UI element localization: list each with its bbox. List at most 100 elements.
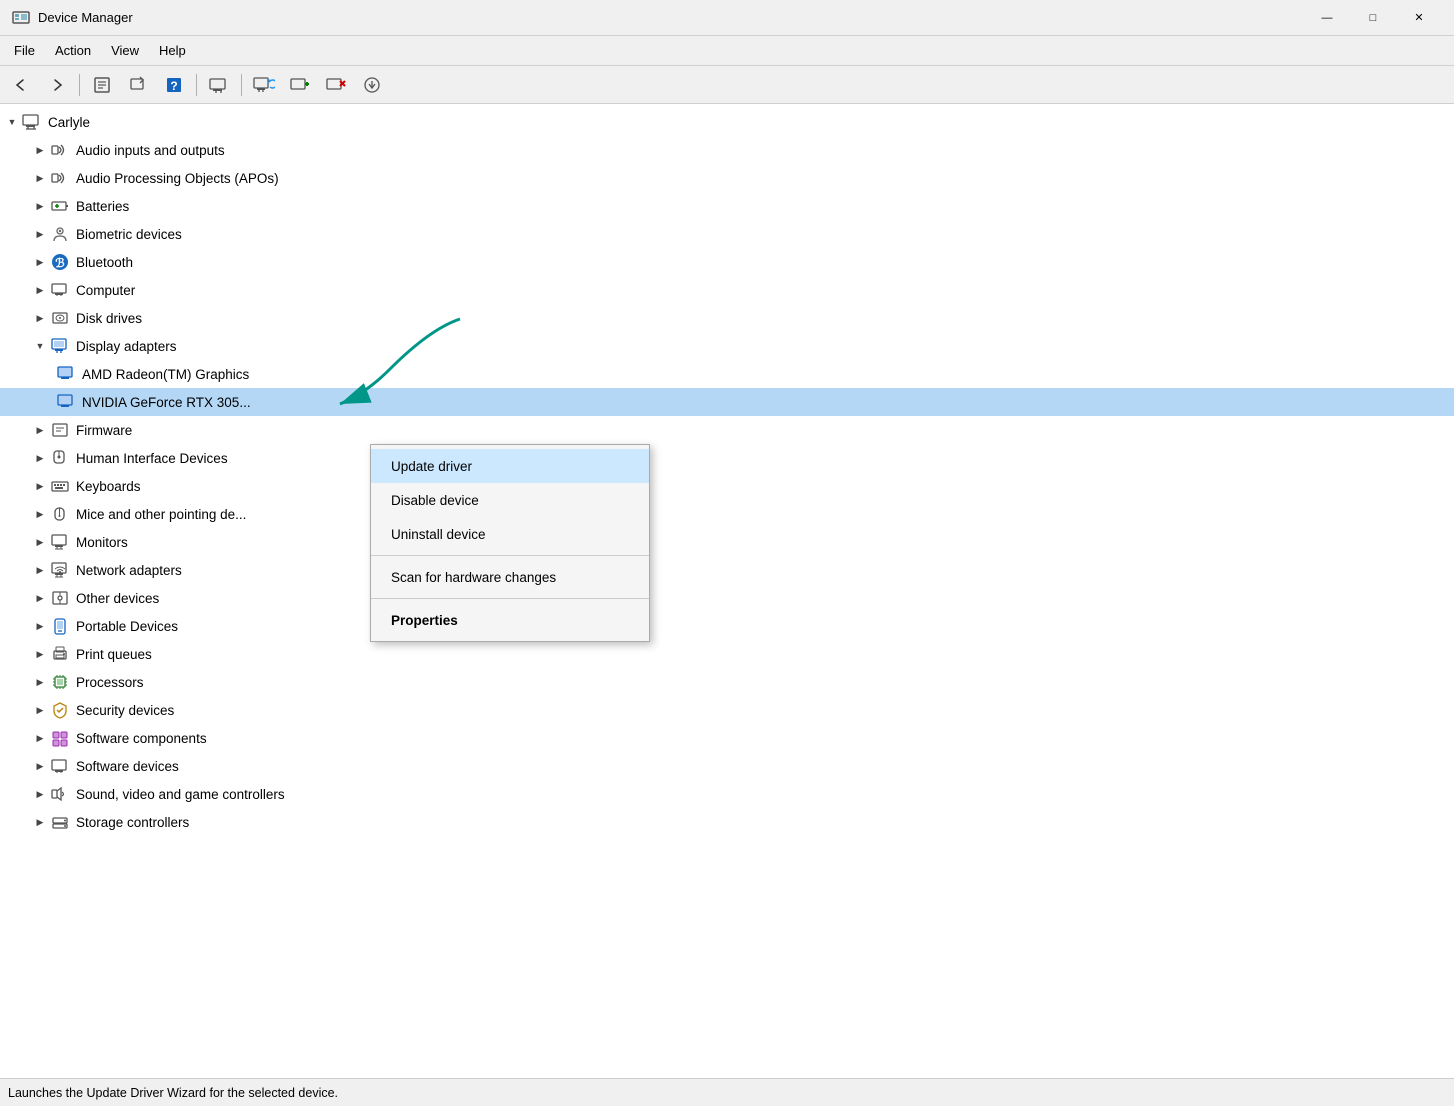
monitors-label: Monitors [76,535,128,550]
disk-icon [50,308,70,328]
batteries-expand[interactable]: ▶ [32,198,48,214]
tree-root-item[interactable]: ▼ Carlyle [0,108,1454,136]
other-expand[interactable]: ▶ [32,590,48,606]
audio-apo-expand[interactable]: ▶ [32,170,48,186]
monitors-expand[interactable]: ▶ [32,534,48,550]
toolbar-scan-button[interactable] [247,71,281,99]
storage-icon [50,812,70,832]
ctx-scan-hardware[interactable]: Scan for hardware changes [371,560,649,594]
toolbar: ? [0,66,1454,104]
svg-text:?: ? [170,79,177,93]
network-label: Network adapters [76,563,182,578]
portable-icon [50,616,70,636]
display-expand[interactable]: ▼ [32,338,48,354]
biometric-expand[interactable]: ▶ [32,226,48,242]
tree-item-biometric[interactable]: ▶ Biometric devices [0,220,1454,248]
tree-item-network[interactable]: ▶ Network adapters [0,556,1454,584]
app-icon [12,9,30,27]
software-comp-expand[interactable]: ▶ [32,730,48,746]
tree-item-software-dev[interactable]: ▶ Software devices [0,752,1454,780]
hid-expand[interactable]: ▶ [32,450,48,466]
bluetooth-expand[interactable]: ▶ [32,254,48,270]
hid-icon [50,448,70,468]
print-icon [50,644,70,664]
tree-item-other[interactable]: ▶ Other devices [0,584,1454,612]
tree-item-keyboards[interactable]: ▶ Keyboards [0,472,1454,500]
toolbar-add-device-button[interactable] [283,71,317,99]
ctx-update-driver[interactable]: Update driver [371,449,649,483]
keyboards-label: Keyboards [76,479,141,494]
tree-item-display[interactable]: ▼ Display adapters [0,332,1454,360]
toolbar-properties-button[interactable] [85,71,119,99]
toolbar-back-button[interactable] [4,71,38,99]
disk-label: Disk drives [76,311,142,326]
menu-view[interactable]: View [101,39,149,62]
device-tree: ▼ Carlyle ▶ Au [0,108,1454,836]
ctx-separator-1 [371,555,649,556]
nvidia-label: NVIDIA GeForce RTX 305... [82,395,251,410]
processors-expand[interactable]: ▶ [32,674,48,690]
toolbar-show-hidden-button[interactable] [202,71,236,99]
tree-item-sound[interactable]: ▶ Sound, video and game controllers [0,780,1454,808]
storage-expand[interactable]: ▶ [32,814,48,830]
batteries-icon [50,196,70,216]
tree-item-amd-radeon[interactable]: AMD Radeon(TM) Graphics [0,360,1454,388]
network-expand[interactable]: ▶ [32,562,48,578]
audio-inputs-expand[interactable]: ▶ [32,142,48,158]
minimize-button[interactable]: — [1304,0,1350,36]
security-expand[interactable]: ▶ [32,702,48,718]
tree-item-batteries[interactable]: ▶ Batteries [0,192,1454,220]
tree-item-processors[interactable]: ▶ Proces [0,668,1454,696]
computer-label: Computer [76,283,135,298]
print-expand[interactable]: ▶ [32,646,48,662]
network-icon [50,560,70,580]
tree-item-audio-inputs[interactable]: ▶ Audio inputs and outputs [0,136,1454,164]
nvidia-icon [56,392,76,412]
tree-item-monitors[interactable]: ▶ Monitors [0,528,1454,556]
toolbar-forward-button[interactable] [40,71,74,99]
tree-item-hid[interactable]: ▶ Human Interface Devices [0,444,1454,472]
toolbar-download-button[interactable] [355,71,389,99]
tree-item-portable[interactable]: ▶ Portable Devices [0,612,1454,640]
tree-item-security[interactable]: ▶ Security devices [0,696,1454,724]
software-dev-expand[interactable]: ▶ [32,758,48,774]
toolbar-update-driver-button[interactable] [121,71,155,99]
keyboards-icon [50,476,70,496]
tree-item-disk[interactable]: ▶ Disk drives [0,304,1454,332]
menu-help[interactable]: Help [149,39,196,62]
close-button[interactable]: ✕ [1396,0,1442,36]
root-label: Carlyle [48,115,90,130]
ctx-properties[interactable]: Properties [371,603,649,637]
tree-item-software-comp[interactable]: ▶ Software components [0,724,1454,752]
toolbar-help-button[interactable]: ? [157,71,191,99]
display-icon [50,336,70,356]
menu-bar: File Action View Help [0,36,1454,66]
ctx-uninstall-device[interactable]: Uninstall device [371,517,649,551]
computer-expand[interactable]: ▶ [32,282,48,298]
mice-expand[interactable]: ▶ [32,506,48,522]
batteries-label: Batteries [76,199,129,214]
menu-file[interactable]: File [4,39,45,62]
firmware-expand[interactable]: ▶ [32,422,48,438]
tree-item-mice[interactable]: ▶ Mice and other pointing de... [0,500,1454,528]
tree-item-firmware[interactable]: ▶ Firmware [0,416,1454,444]
tree-item-audio-apo[interactable]: ▶ Audio Processing Objects (APOs) [0,164,1454,192]
tree-item-bluetooth[interactable]: ▶ ℬ Bluetooth [0,248,1454,276]
menu-action[interactable]: Action [45,39,101,62]
tree-item-nvidia[interactable]: NVIDIA GeForce RTX 305... [0,388,1454,416]
keyboards-expand[interactable]: ▶ [32,478,48,494]
portable-expand[interactable]: ▶ [32,618,48,634]
toolbar-separator-1 [79,74,80,96]
ctx-disable-device[interactable]: Disable device [371,483,649,517]
maximize-button[interactable]: □ [1350,0,1396,36]
tree-item-computer[interactable]: ▶ Computer [0,276,1454,304]
computer-icon [22,112,42,132]
audio-inputs-label: Audio inputs and outputs [76,143,225,158]
disk-expand[interactable]: ▶ [32,310,48,326]
sound-expand[interactable]: ▶ [32,786,48,802]
root-expand-icon[interactable]: ▼ [4,114,20,130]
software-dev-icon [50,756,70,776]
tree-item-storage[interactable]: ▶ Storage controllers [0,808,1454,836]
tree-item-print[interactable]: ▶ Print queues [0,640,1454,668]
toolbar-uninstall-button[interactable] [319,71,353,99]
